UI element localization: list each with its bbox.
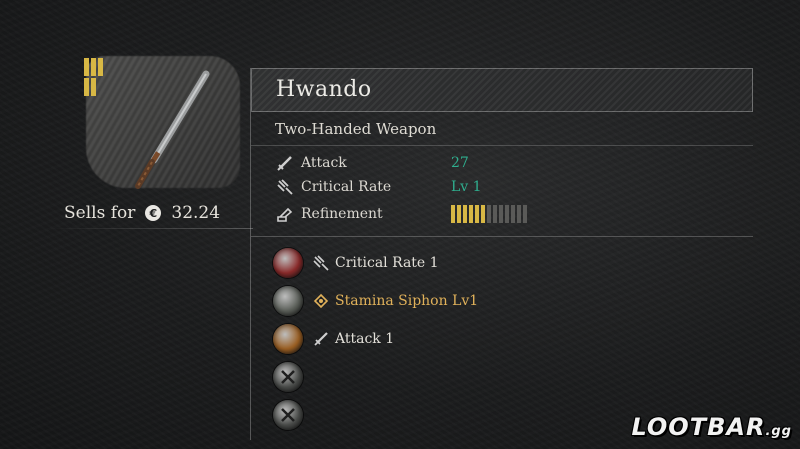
refinement-segment bbox=[517, 205, 521, 223]
engraving-slot[interactable]: Attack 1 bbox=[273, 322, 743, 356]
divider bbox=[251, 145, 753, 146]
refinement-segment bbox=[493, 205, 497, 223]
stat-value: 27 bbox=[451, 155, 469, 171]
engraving-label: Stamina Siphon Lv1 bbox=[335, 293, 479, 309]
engraving-slot[interactable]: Stamina Siphon Lv1 bbox=[273, 284, 743, 318]
engraving-slot[interactable] bbox=[273, 360, 743, 394]
title-bar: Hwando bbox=[251, 68, 753, 112]
watermark-suffix: .gg bbox=[765, 424, 792, 439]
refinement-segment bbox=[487, 205, 491, 223]
critical-rate-icon bbox=[313, 255, 329, 271]
engraving-orb-icon bbox=[273, 286, 303, 316]
currency-icon: € bbox=[145, 205, 162, 221]
item-type: Two-Handed Weapon bbox=[275, 120, 437, 138]
watermark-logo: LOOTBAR.gg bbox=[631, 413, 792, 441]
engraving-label: Critical Rate 1 bbox=[335, 255, 439, 271]
stamina-diamond-icon bbox=[313, 293, 329, 309]
item-name: Hwando bbox=[276, 77, 372, 102]
refinement-segment bbox=[505, 205, 509, 223]
stat-critical-rate: Critical Rate Lv 1 bbox=[275, 176, 735, 198]
stat-label: Critical Rate bbox=[301, 179, 392, 195]
refinement-bar bbox=[451, 205, 527, 223]
stat-refinement: Refinement bbox=[275, 203, 735, 225]
empty-slot-icon bbox=[273, 400, 303, 430]
refinement-segment bbox=[499, 205, 503, 223]
item-tooltip-panel: Hwando Two-Handed Weapon Attack 27 Criti… bbox=[250, 68, 753, 440]
refinement-segment bbox=[469, 205, 473, 223]
refinement-segment bbox=[523, 205, 527, 223]
refinement-segment bbox=[475, 205, 479, 223]
empty-slot-icon bbox=[273, 362, 303, 392]
item-tier-indicator bbox=[84, 58, 104, 100]
refinement-icon bbox=[275, 205, 295, 223]
engraving-label: Attack 1 bbox=[335, 331, 395, 347]
sword-icon bbox=[275, 154, 295, 172]
stat-label: Attack bbox=[301, 155, 347, 171]
watermark-text: LOOTBAR bbox=[631, 413, 766, 441]
sell-label: Sells for bbox=[64, 203, 136, 223]
item-image bbox=[84, 50, 242, 192]
sell-value: 32.24 bbox=[171, 203, 221, 223]
stat-label: Refinement bbox=[301, 206, 383, 222]
stat-value: Lv 1 bbox=[451, 179, 482, 195]
refinement-segment bbox=[481, 205, 485, 223]
stat-attack: Attack 27 bbox=[275, 152, 735, 174]
engraving-slot[interactable]: Critical Rate 1 bbox=[273, 246, 743, 280]
refinement-segment bbox=[511, 205, 515, 223]
refinement-segment bbox=[457, 205, 461, 223]
refinement-segment bbox=[463, 205, 467, 223]
sell-price: Sells for € 32.24 bbox=[64, 200, 250, 226]
engraving-orb-icon bbox=[273, 324, 303, 354]
divider bbox=[48, 228, 253, 229]
critical-rate-icon bbox=[275, 178, 295, 196]
sword-image-icon bbox=[135, 70, 210, 189]
sword-icon bbox=[313, 331, 329, 347]
divider bbox=[251, 236, 753, 237]
refinement-segment bbox=[451, 205, 455, 223]
engraving-orb-icon bbox=[273, 248, 303, 278]
